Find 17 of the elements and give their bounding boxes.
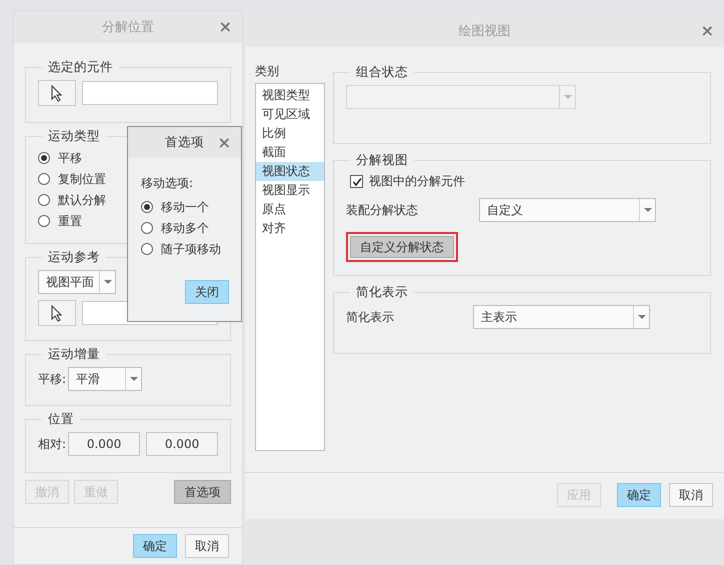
group-label: 位置 [47,411,75,428]
field-label: 平移: [38,370,66,388]
window-title: 绘图视图 [458,23,510,40]
group-label: 选定的元件 [47,59,114,76]
group-label: 运动类型 [47,128,101,145]
group-label: 组合状态 [355,64,409,81]
group-label: 移动选项: [141,175,194,192]
group-label: 分解视图 [355,152,409,169]
list-label: 类别 [255,64,280,78]
group-label: 简化表示 [355,284,409,301]
field-label: 相对: [38,436,66,452]
window-title: 首选项 [165,134,204,151]
field-label: 装配分解状态 [346,202,419,218]
group-label: 运动参考 [47,249,101,266]
window-title: 分解位置 [102,19,154,36]
field-label: 简化表示 [346,308,395,326]
group-label: 运动增量 [47,346,101,363]
